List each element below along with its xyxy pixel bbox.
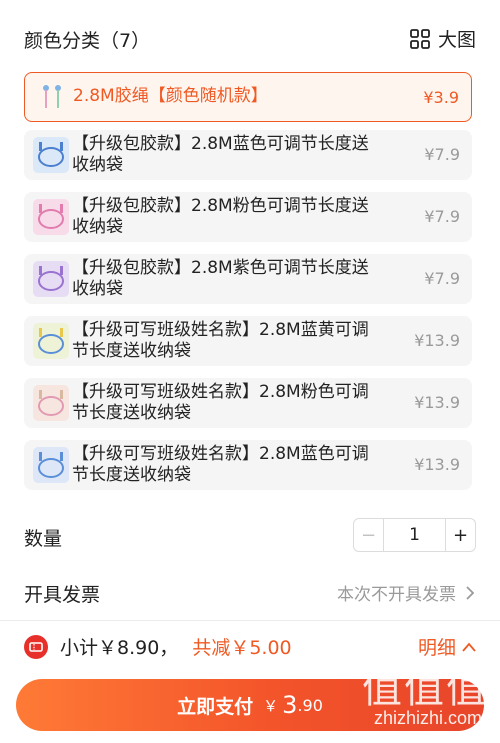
sku-option-label: 【升级可写班级姓名款】2.8M粉色可调节长度送收纳袋 <box>72 382 369 423</box>
quantity-label: 数量 <box>24 528 63 550</box>
subtotal-summary: 小计￥8.90， 共减￥5.00 <box>60 633 292 660</box>
decrement-button[interactable]: − <box>354 519 384 551</box>
sku-option-label: 【升级包胶款】2.8M紫色可调节长度送收纳袋 <box>72 258 369 299</box>
invoice-value: 本次不开具发票 <box>337 585 456 605</box>
pay-currency: ￥ <box>263 696 279 715</box>
sku-option[interactable]: 【升级可写班级姓名款】2.8M蓝黄可调节长度送收纳袋 ¥13.9 <box>24 316 472 366</box>
chevron-up-icon <box>462 642 476 652</box>
sku-option-label: 【升级可写班级姓名款】2.8M蓝色可调节长度送收纳袋 <box>72 444 369 485</box>
pay-now-button[interactable]: 立即支付 ￥ 3 .90 <box>16 679 484 731</box>
sku-thumbnail <box>33 261 69 297</box>
sku-option-price: ¥7.9 <box>424 145 460 164</box>
discount-text: 共减￥5.00 <box>192 637 292 659</box>
sku-thumbnail <box>33 199 69 235</box>
sku-option-label: 2.8M胶绳【颜色随机款】 <box>73 86 268 106</box>
sku-option[interactable]: 2.8M胶绳【颜色随机款】 ¥3.9 <box>24 72 472 122</box>
sku-option[interactable]: 【升级包胶款】2.8M蓝色可调节长度送收纳袋 ¥7.9 <box>24 130 472 180</box>
sku-thumbnail <box>33 385 69 421</box>
pay-now-label: 立即支付 <box>177 695 254 718</box>
sku-option-price: ¥13.9 <box>414 393 460 412</box>
subtotal-text: 小计￥8.90， <box>60 637 179 659</box>
sku-option-label: 【升级包胶款】2.8M粉色可调节长度送收纳袋 <box>72 196 369 237</box>
quantity-stepper: − 1 + <box>353 518 476 552</box>
pay-amount-decimal: .90 <box>297 695 323 715</box>
invoice-label: 开具发票 <box>24 584 101 606</box>
invoice-selector[interactable]: 本次不开具发票 <box>337 580 476 605</box>
ticket-icon <box>24 635 48 659</box>
sku-thumbnail <box>34 80 70 116</box>
increment-button[interactable]: + <box>445 519 475 551</box>
pay-amount-integer: 3 <box>282 691 298 719</box>
sku-thumbnail <box>33 137 69 173</box>
sku-option[interactable]: 【升级可写班级姓名款】2.8M粉色可调节长度送收纳袋 ¥13.9 <box>24 378 472 428</box>
detail-toggle[interactable]: 明细 <box>418 633 476 660</box>
big-image-label: 大图 <box>437 29 476 51</box>
sku-option[interactable]: 【升级包胶款】2.8M粉色可调节长度送收纳袋 ¥7.9 <box>24 192 472 242</box>
sku-option-label: 【升级包胶款】2.8M蓝色可调节长度送收纳袋 <box>72 134 369 175</box>
sku-option[interactable]: 【升级包胶款】2.8M紫色可调节长度送收纳袋 ¥7.9 <box>24 254 472 304</box>
sku-section-title: 颜色分类（7） <box>24 30 151 52</box>
sku-thumbnail <box>33 447 69 483</box>
sku-option[interactable]: 【升级可写班级姓名款】2.8M蓝色可调节长度送收纳袋 ¥13.9 <box>24 440 472 490</box>
quantity-value[interactable]: 1 <box>384 519 445 551</box>
sku-option-price: ¥3.9 <box>423 88 459 107</box>
chevron-right-icon <box>466 585 475 600</box>
sku-option-price: ¥13.9 <box>414 331 460 350</box>
sku-header: 颜色分类（7） 大图 <box>0 0 500 72</box>
sku-option-label: 【升级可写班级姓名款】2.8M蓝黄可调节长度送收纳袋 <box>72 320 369 361</box>
sku-option-price: ¥13.9 <box>414 455 460 474</box>
checkout-bar: 小计￥8.90， 共减￥5.00 明细 立即支付 ￥ 3 .90 <box>0 620 500 743</box>
detail-label: 明细 <box>417 637 456 659</box>
sku-thumbnail <box>33 323 69 359</box>
sku-option-price: ¥7.9 <box>424 269 460 288</box>
sku-option-price: ¥7.9 <box>424 207 460 226</box>
big-image-toggle[interactable]: 大图 <box>410 25 476 52</box>
grid-icon <box>410 28 430 49</box>
